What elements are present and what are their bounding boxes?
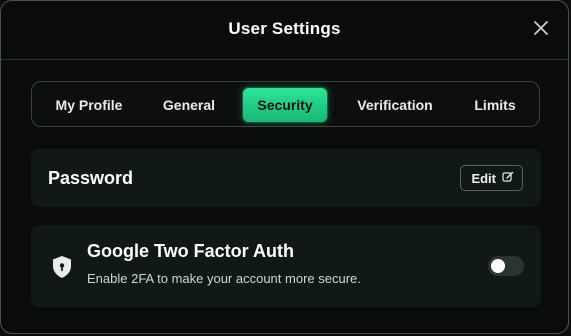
password-card: Password Edit (31, 149, 541, 207)
shield-icon (51, 255, 73, 279)
edit-password-button[interactable]: Edit (460, 165, 523, 191)
edit-button-label: Edit (471, 170, 496, 186)
toggle-knob (491, 259, 505, 273)
tab-verification[interactable]: Verification (343, 87, 447, 123)
two-factor-toggle[interactable] (488, 256, 524, 276)
tab-limits[interactable]: Limits (460, 87, 530, 123)
two-factor-title: Google Two Factor Auth (87, 241, 294, 261)
dialog-header: User Settings (1, 1, 568, 60)
edit-icon (502, 171, 514, 186)
tab-general[interactable]: General (150, 87, 228, 123)
dialog-title: User Settings (228, 19, 341, 38)
two-factor-description: Enable 2FA to make your account more sec… (87, 271, 361, 286)
tab-my-profile[interactable]: My Profile (40, 87, 138, 123)
tab-security[interactable]: Security (242, 87, 328, 123)
password-title: Password (48, 168, 134, 188)
settings-tabs: My Profile General Security Verification… (31, 81, 540, 127)
close-icon[interactable] (532, 19, 550, 37)
user-settings-dialog: User Settings My Profile General Securit… (0, 0, 569, 334)
two-factor-card: Google Two Factor Auth Enable 2FA to mak… (31, 225, 541, 307)
